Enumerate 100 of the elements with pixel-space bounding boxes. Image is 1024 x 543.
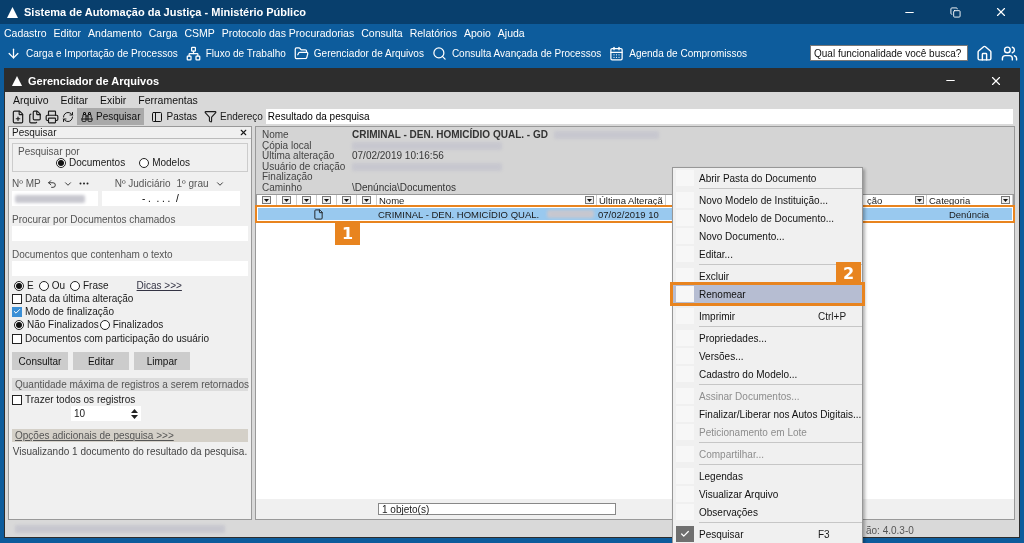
search-field[interactable]: Qual funcionalidade você busca? — [810, 45, 968, 61]
menu-item[interactable]: Consulta — [361, 26, 403, 39]
menu-item[interactable]: Carga — [148, 26, 178, 39]
panel-title: Pesquisar — [12, 127, 57, 138]
radio-button[interactable] — [14, 280, 24, 291]
dropdown-icon[interactable] — [585, 196, 594, 204]
menu-item[interactable]: Exibir — [100, 93, 127, 106]
detail-label: Cópia local — [262, 140, 313, 151]
checkbox-label: Modo de finalização — [25, 306, 114, 317]
menu-item[interactable]: Imprimir Ctrl+P — [673, 307, 862, 325]
radio-button[interactable] — [139, 157, 150, 168]
menu-item[interactable]: Novo Modelo de Documento... — [673, 209, 862, 227]
dropdown-icon[interactable] — [1001, 196, 1010, 204]
callout-badge: 2 — [836, 262, 861, 285]
radio-button[interactable] — [99, 319, 110, 330]
menu-item[interactable]: Editar... — [673, 245, 862, 263]
more-options-link[interactable]: Opções adicionais de pesquisa >>> — [12, 429, 248, 442]
menu-item[interactable]: Propriedades... — [673, 329, 862, 347]
undo-icon[interactable] — [46, 178, 57, 189]
menu-item[interactable]: Pesquisar F3 — [673, 525, 862, 543]
toolbar-button[interactable]: Gerenciador de Arquivos — [293, 45, 424, 61]
toolbar-button[interactable]: Fluxo de Trabalho — [185, 45, 286, 61]
dropdown-icon[interactable] — [302, 196, 311, 204]
window-title: Gerenciador de Arquivos — [28, 74, 161, 87]
table-cell: 07/02/2019 10 — [598, 208, 659, 220]
menu-item[interactable]: Cadastro do Modelo... — [673, 365, 862, 383]
new-file-icon[interactable] — [11, 109, 25, 124]
field-label: Documentos que contenham o texto — [11, 249, 174, 260]
view-button[interactable]: Pastas — [147, 108, 202, 125]
menu-item[interactable]: Editar — [60, 93, 89, 106]
menu-item[interactable]: Visualizar Arquivo — [673, 485, 862, 503]
menu-item[interactable]: Ferramentas — [138, 93, 198, 106]
menu-item[interactable]: Cadastro — [4, 26, 47, 39]
checkbox-label: Data da última alteração — [25, 293, 134, 304]
menu-item[interactable]: Andamento — [88, 26, 142, 39]
files-icon[interactable] — [28, 109, 42, 124]
instance-label: 1º grau — [176, 178, 209, 189]
radio-label: Ou — [51, 280, 65, 291]
menu-item[interactable]: Arquivo — [13, 93, 49, 106]
users-icon[interactable] — [1001, 44, 1018, 62]
checkbox[interactable] — [12, 394, 22, 405]
menu-item[interactable]: CSMP — [184, 26, 215, 39]
address-field[interactable]: Resultado da pesquisa — [265, 109, 1013, 124]
dropdown-icon[interactable] — [322, 196, 331, 204]
button[interactable]: Consultar — [12, 352, 68, 370]
detail-label: Nome — [262, 130, 290, 141]
radio-label: Documentos — [69, 157, 126, 168]
checkbox-label: Trazer todos os registros — [25, 394, 136, 405]
field-label: Procurar por Documentos chamados — [11, 214, 177, 225]
radio-button[interactable] — [70, 280, 80, 291]
dropdown-icon[interactable] — [282, 196, 291, 204]
menu-item[interactable]: Novo Modelo de Instituição... — [673, 191, 862, 209]
button[interactable]: Limpar — [134, 352, 190, 370]
dropdown-icon[interactable] — [262, 196, 271, 204]
more-icon[interactable] — [78, 182, 89, 185]
menu-item[interactable]: Editor — [53, 26, 82, 39]
mp-field[interactable] — [12, 191, 98, 206]
radio-label: E — [27, 280, 34, 291]
dropdown-icon[interactable] — [915, 196, 924, 204]
menu-item[interactable]: Observações — [673, 503, 862, 521]
detail-label: Última alteração — [262, 151, 336, 162]
menu-item[interactable]: Abrir Pasta do Documento — [673, 169, 862, 187]
toolbar-button[interactable]: Consulta Avançada de Processos — [431, 45, 602, 61]
checkbox[interactable] — [12, 293, 22, 304]
tips-link[interactable]: Dicas >>> — [136, 280, 182, 291]
menu-item[interactable]: Novo Documento... — [673, 227, 862, 245]
radio-button[interactable] — [38, 280, 49, 291]
dropdown-icon[interactable] — [342, 196, 351, 204]
checkbox[interactable] — [12, 333, 22, 344]
limit-spinner[interactable]: 10 — [71, 406, 141, 421]
menu-item[interactable]: Apoio — [463, 26, 491, 39]
refresh-icon[interactable] — [62, 110, 74, 123]
menu-item[interactable]: Ajuda — [497, 26, 525, 39]
menu-item[interactable]: Relatórios — [409, 26, 457, 39]
home-icon[interactable] — [976, 44, 993, 62]
menu-item[interactable]: Versões... — [673, 347, 862, 365]
menu-item[interactable]: Protocolo das Procuradorias — [221, 26, 355, 39]
print-icon[interactable] — [45, 109, 59, 124]
hierarchy-icon — [185, 45, 201, 61]
table-cell: CRIMINAL - DEN. HOMICÍDIO QUAL. — [378, 208, 540, 220]
view-button[interactable]: Pesquisar — [77, 108, 145, 125]
toolbar-button[interactable]: Agenda de Compromissos — [609, 45, 748, 61]
detail-value: 07/02/2019 10:16:56 — [352, 151, 444, 162]
file-icon — [313, 208, 324, 220]
toolbar-button[interactable]: Carga e Importação de Processos — [6, 45, 178, 61]
detail-label: Finalização — [262, 172, 313, 183]
funnel-icon[interactable] — [204, 110, 218, 123]
close-icon[interactable] — [239, 128, 248, 137]
checkbox[interactable] — [12, 306, 22, 317]
group-label: Pesquisar por — [18, 146, 80, 157]
judicial-field[interactable]: - . . . . / — [102, 191, 240, 206]
menu-item[interactable]: Finalizar/Liberar nos Autos Digitais... — [673, 405, 862, 423]
radio-label: Modelos — [152, 157, 190, 168]
menu-item[interactable]: Legendas — [673, 467, 862, 485]
dropdown-icon[interactable] — [362, 196, 371, 204]
radio-button[interactable] — [56, 157, 66, 168]
button[interactable]: Editar — [73, 352, 129, 370]
section-header: Quantidade máxima de registros a serem retornados — [12, 378, 248, 391]
radio-button[interactable] — [14, 319, 24, 330]
checkbox-label: Documentos com participação do usuário — [25, 333, 209, 344]
